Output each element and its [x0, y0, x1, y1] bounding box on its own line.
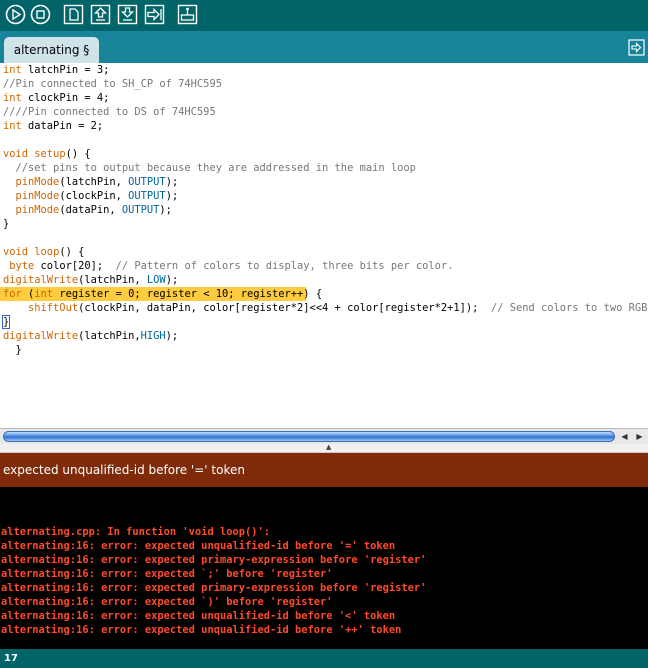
- stop-icon: [30, 4, 51, 25]
- code-line[interactable]: pinMode(clockPin, OUTPUT);: [3, 189, 648, 203]
- monitor-icon: [177, 4, 198, 25]
- console-line: alternating:16: error: expected unqualif…: [1, 540, 396, 552]
- verify-button[interactable]: [5, 4, 26, 25]
- scroll-right-icon[interactable]: ▶: [633, 430, 646, 443]
- code-line[interactable]: int clockPin = 4;: [3, 91, 648, 105]
- stop-button[interactable]: [30, 4, 51, 25]
- code-line[interactable]: [3, 133, 648, 147]
- export-arrow-icon: [144, 4, 165, 25]
- serial-monitor-button[interactable]: [177, 4, 198, 25]
- status-message: expected unqualified-id before '=' token: [3, 463, 245, 477]
- code-editor[interactable]: int latchPin = 3;//Pin connected to SH_C…: [0, 63, 648, 428]
- horizontal-scrollbar[interactable]: ◀ ▶: [0, 428, 648, 444]
- new-file-icon: [63, 4, 84, 25]
- code-line[interactable]: for (int register = 0; register < 10; re…: [0, 287, 648, 301]
- tab-alternating[interactable]: alternating §: [4, 37, 99, 63]
- tab-menu-button[interactable]: [628, 39, 645, 56]
- play-icon: [5, 4, 26, 25]
- status-bar: expected unqualified-id before '=' token: [0, 453, 648, 487]
- console-line: alternating:16: error: expected unqualif…: [1, 624, 402, 636]
- code-line[interactable]: }: [3, 217, 648, 231]
- code-line[interactable]: digitalWrite(latchPin, LOW);: [3, 273, 648, 287]
- scrollbar-thumb[interactable]: [3, 431, 615, 442]
- tab-strip: alternating §: [0, 31, 648, 63]
- code-line[interactable]: void loop() {: [3, 245, 648, 259]
- console-line: alternating:16: error: expected primary-…: [1, 582, 427, 594]
- code-line[interactable]: }: [1, 315, 648, 329]
- code-line[interactable]: void setup() {: [3, 147, 648, 161]
- toolbar: [0, 0, 648, 31]
- scroll-left-icon[interactable]: ◀: [618, 430, 631, 443]
- console-line: alternating:16: error: expected primary-…: [1, 554, 427, 566]
- arrow-right-icon: [628, 39, 645, 56]
- code-text[interactable]: int latchPin = 3;//Pin connected to SH_C…: [0, 63, 648, 357]
- code-line[interactable]: shiftOut(clockPin, dataPin, color[regist…: [3, 301, 648, 315]
- code-line[interactable]: ////Pin connected to DS of 74HC595: [3, 105, 648, 119]
- new-button[interactable]: [63, 4, 84, 25]
- download-arrow-icon: [117, 4, 138, 25]
- code-line[interactable]: }: [3, 343, 648, 357]
- save-button[interactable]: [117, 4, 138, 25]
- code-line[interactable]: [3, 231, 648, 245]
- open-button[interactable]: [90, 4, 111, 25]
- splitter-grip-icon: ▲: [326, 443, 332, 451]
- console-line: alternating.cpp: In function 'void loop(…: [1, 526, 270, 538]
- console-lines: alternating.cpp: In function 'void loop(…: [1, 525, 426, 637]
- console-line: alternating:16: error: expected `;' befo…: [1, 568, 333, 580]
- upload-button[interactable]: [144, 4, 165, 25]
- console-line: alternating:16: error: expected unqualif…: [1, 610, 396, 622]
- code-line[interactable]: int latchPin = 3;: [3, 63, 648, 77]
- code-line[interactable]: //Pin connected to SH_CP of 74HC595: [3, 77, 648, 91]
- line-number: 17: [4, 653, 18, 664]
- console-line: alternating:16: error: expected `)' befo…: [1, 596, 333, 608]
- footer-bar: 17: [0, 649, 648, 668]
- console-output[interactable]: alternating.cpp: In function 'void loop(…: [0, 487, 648, 649]
- code-line[interactable]: int dataPin = 2;: [3, 119, 648, 133]
- pane-splitter[interactable]: ▲: [0, 443, 648, 453]
- code-line[interactable]: digitalWrite(latchPin,HIGH);: [3, 329, 648, 343]
- code-line[interactable]: byte color[20]; // Pattern of colors to …: [3, 259, 648, 273]
- upload-arrow-icon: [90, 4, 111, 25]
- code-line[interactable]: pinMode(dataPin, OUTPUT);: [3, 203, 648, 217]
- code-line[interactable]: pinMode(latchPin, OUTPUT);: [3, 175, 648, 189]
- code-line[interactable]: //set pins to output because they are ad…: [3, 161, 648, 175]
